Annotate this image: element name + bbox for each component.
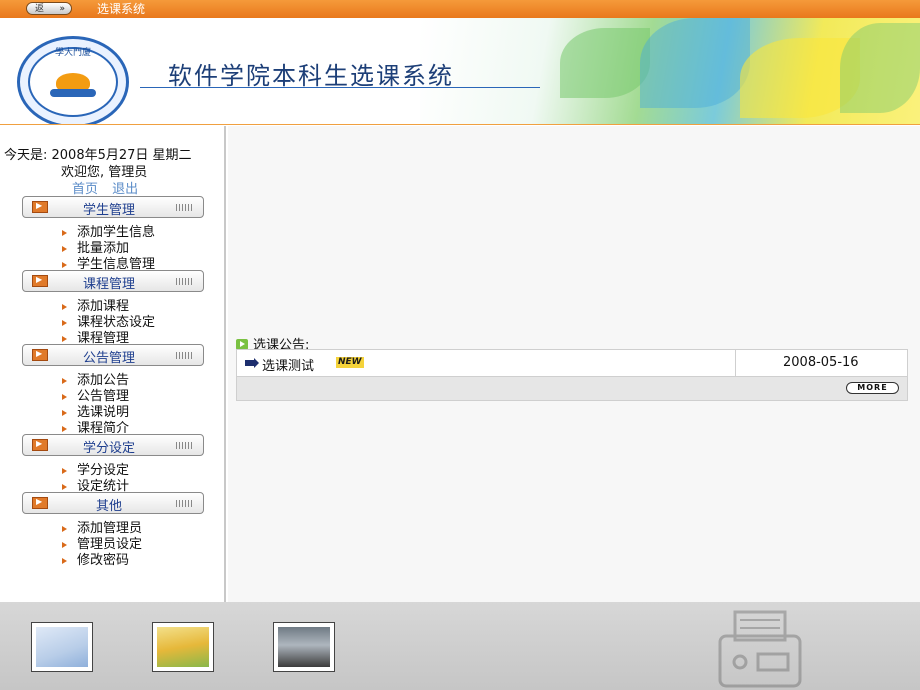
top-links: 首页 退出 xyxy=(72,178,148,197)
grip-icon xyxy=(176,352,194,359)
back-pill-label: 返 xyxy=(35,4,45,14)
leaf-decoration xyxy=(640,18,750,108)
menu-item-label: 修改密码 xyxy=(77,553,130,568)
grip-icon xyxy=(176,500,194,507)
logo-text: 學大門廈 xyxy=(54,48,91,58)
section-label: 公告管理 xyxy=(82,351,135,366)
section-label: 学分设定 xyxy=(82,441,135,456)
double-chevron-icon: » xyxy=(59,4,65,14)
bullet-triangle-icon xyxy=(62,541,67,548)
announcements-table: 选课测试 NEW 2008-05-16 xyxy=(236,349,908,401)
sidebar: 今天是: 2008年5月27日 星期二 欢迎您, 管理员 首页 退出 学生管理 … xyxy=(0,126,226,602)
documents-image xyxy=(36,627,88,667)
section-other[interactable]: 其他 xyxy=(22,492,204,514)
bullet-triangle-icon xyxy=(62,303,67,310)
documents-icon[interactable] xyxy=(31,622,93,672)
bullet-triangle-icon xyxy=(62,261,67,268)
announcement-date: 2008-05-16 xyxy=(783,355,859,370)
bullet-triangle-icon xyxy=(62,409,67,416)
university-logo: 學大門廈 xyxy=(17,36,129,124)
section-credit-settings[interactable]: 学分设定 xyxy=(22,434,204,456)
back-pill-button[interactable]: 返 » xyxy=(26,2,72,15)
title-underline xyxy=(140,87,540,88)
bullet-triangle-icon xyxy=(62,245,67,252)
bullet-triangle-icon xyxy=(62,335,67,342)
header-banner: 學大門廈 软件学院本科生选课系统 xyxy=(0,18,920,125)
bullet-triangle-icon xyxy=(62,319,67,326)
footer xyxy=(0,602,920,690)
folders-icon[interactable] xyxy=(152,622,214,672)
folders-image xyxy=(157,627,209,667)
menu-item-change-password[interactable]: 修改密码 xyxy=(62,549,129,568)
home-link[interactable]: 首页 xyxy=(72,182,98,197)
new-badge: NEW xyxy=(336,357,364,368)
bullet-triangle-icon xyxy=(62,425,67,432)
bullet-triangle-icon xyxy=(62,467,67,474)
more-button[interactable]: MORE xyxy=(846,382,899,394)
leaf-decoration xyxy=(840,23,920,113)
logout-link[interactable]: 退出 xyxy=(112,182,138,197)
section-student-management[interactable]: 学生管理 xyxy=(22,196,204,218)
bullet-triangle-icon xyxy=(62,483,67,490)
section-label: 其他 xyxy=(95,499,122,514)
grip-icon xyxy=(176,278,194,285)
arrow-right-icon xyxy=(245,358,259,368)
bullet-triangle-icon xyxy=(62,557,67,564)
fax-machine-icon xyxy=(718,610,802,688)
section-course-management[interactable]: 课程管理 xyxy=(22,270,204,292)
bullet-triangle-icon xyxy=(62,393,67,400)
laptop-image xyxy=(278,627,330,667)
bullet-triangle-icon xyxy=(62,525,67,532)
table-row: 选课测试 NEW 2008-05-16 xyxy=(237,350,907,377)
column-divider xyxy=(735,350,736,376)
system-title: 软件学院本科生选课系统 xyxy=(168,62,454,90)
section-label: 学生管理 xyxy=(82,203,135,218)
title-bar: 返 » 选课系统 xyxy=(0,0,920,18)
logo-wave-icon xyxy=(50,89,96,97)
section-label: 课程管理 xyxy=(82,277,135,292)
laptop-icon[interactable] xyxy=(273,622,335,672)
leaf-decoration xyxy=(560,28,650,98)
grip-icon xyxy=(176,204,194,211)
main-content: 选课公告: 选课测试 NEW 2008-05-16 MORE xyxy=(228,126,920,602)
bullet-triangle-icon xyxy=(62,229,67,236)
grip-icon xyxy=(176,442,194,449)
announcement-title-link[interactable]: 选课测试 xyxy=(262,355,314,374)
bullet-triangle-icon xyxy=(62,377,67,384)
window-title: 选课系统 xyxy=(97,2,146,16)
section-announcement-management[interactable]: 公告管理 xyxy=(22,344,204,366)
